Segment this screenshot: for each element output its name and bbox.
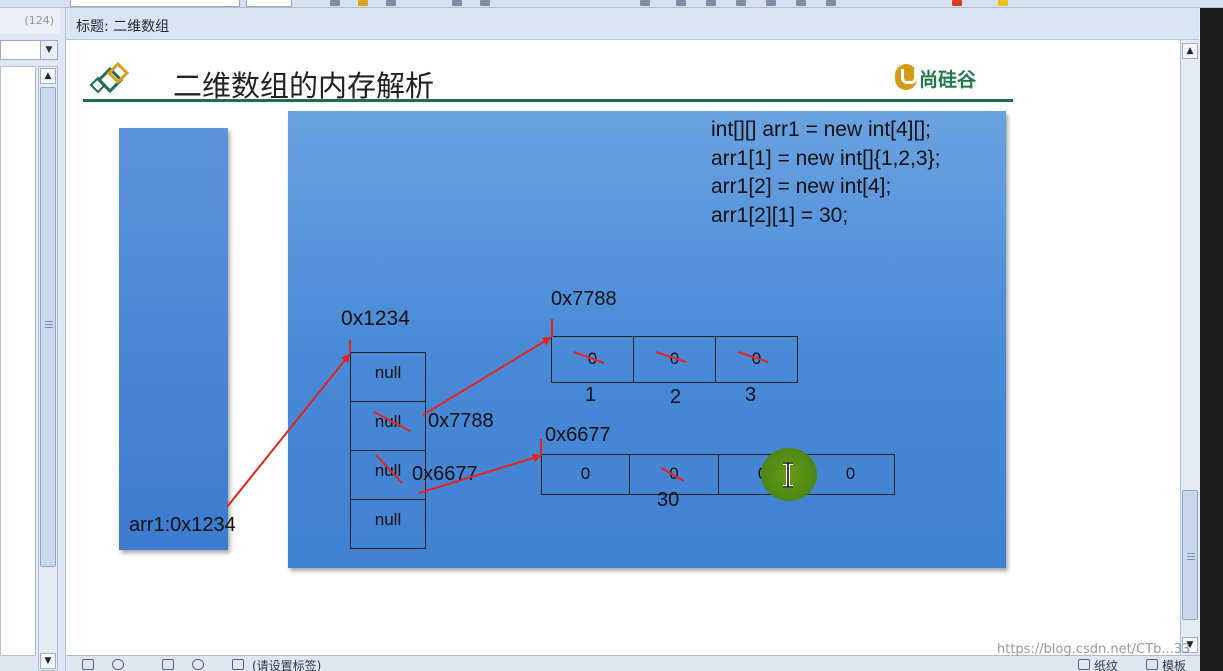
toolbar-icon[interactable]	[386, 0, 396, 6]
redo-icon[interactable]	[112, 659, 124, 670]
outer-array-cell: null	[350, 401, 426, 451]
toolbar-icon[interactable]	[736, 0, 746, 6]
new-value: 30	[657, 489, 680, 511]
toolbar-icon[interactable]	[452, 0, 462, 6]
code-line: arr1[2][1] = 30;	[711, 203, 849, 227]
toolbar-icon[interactable]	[766, 0, 776, 6]
left-pane: (124) ▼ ▲ ▼	[0, 8, 66, 671]
code-line: int[][] arr1 = new int[4][];	[711, 118, 932, 141]
cell-value: 0	[587, 349, 598, 368]
code-block: int[][] arr1 = new int[4][]; arr1[1] = n…	[711, 116, 940, 230]
left-dropdown[interactable]: ▼	[0, 40, 58, 60]
toolbar-icon[interactable]	[358, 0, 368, 6]
item-count: (124)	[0, 8, 60, 34]
cell-value: null	[374, 412, 402, 431]
cell-value: 0	[845, 464, 856, 483]
diamond-logo-icon	[89, 61, 130, 94]
new-value: 1	[585, 384, 597, 406]
scroll-down-icon[interactable]: ▼	[40, 653, 56, 669]
toolbar-icon[interactable]	[676, 0, 686, 6]
array-a-cell: 0	[551, 336, 634, 383]
toolbar-icon[interactable]	[330, 0, 340, 6]
array-b-cell: 0	[541, 454, 630, 495]
cell-value: null	[374, 510, 402, 529]
cell-value: null	[374, 363, 402, 382]
left-list[interactable]	[0, 66, 36, 656]
cell-value: 0	[669, 464, 679, 483]
paper-button[interactable]: 纸纹	[1094, 657, 1118, 671]
note-title-bar: 标题: 二维数组	[66, 8, 1199, 40]
left-scrollbar[interactable]: ▲ ▼	[38, 66, 58, 671]
template-button[interactable]: 模板	[1162, 657, 1186, 671]
tag-icon[interactable]	[232, 659, 244, 670]
watermark: https://blog.csdn.net/CTb...33	[997, 642, 1191, 657]
text-cursor-icon	[783, 462, 793, 488]
right-scrollbar[interactable]: ▲ ▼	[1180, 40, 1200, 655]
outer-array-cell: null	[350, 499, 426, 549]
toolbar-icon[interactable]	[952, 0, 962, 6]
cell-value: 0	[580, 464, 591, 483]
scroll-thumb[interactable]	[1182, 490, 1198, 620]
title-value[interactable]: 二维数组	[113, 19, 169, 35]
array-b-cell: 0	[806, 454, 895, 495]
window-edge	[1200, 8, 1223, 671]
cell-value: 0	[669, 349, 680, 368]
size-combo[interactable]	[246, 0, 292, 7]
status-bar: (请设置标签) 纸纹 模板	[66, 655, 1200, 671]
code-line: arr1[2] = new int[4];	[711, 175, 892, 198]
title-label: 标题:	[76, 19, 109, 35]
toolbar-icon[interactable]	[796, 0, 806, 6]
undo-icon[interactable]	[82, 659, 94, 670]
title-divider	[83, 99, 1013, 102]
ref-label-7788: 0x7788	[428, 410, 494, 432]
top-toolbar	[0, 0, 1223, 8]
toolbar-icon[interactable]	[480, 0, 490, 6]
new-value: 3	[745, 384, 757, 406]
font-combo[interactable]	[70, 0, 240, 7]
outer-array-cell: null	[350, 352, 426, 402]
code-line: arr1[1] = new int[]{1,2,3};	[711, 146, 941, 170]
scroll-thumb[interactable]	[40, 87, 56, 567]
toolbar-icon[interactable]	[640, 0, 650, 6]
chevron-down-icon[interactable]: ▼	[40, 41, 57, 59]
toolbar-icon[interactable]	[998, 0, 1008, 6]
array-a-cell: 0	[633, 336, 716, 383]
new-value: 2	[670, 386, 682, 408]
scroll-up-icon[interactable]: ▲	[1182, 43, 1198, 59]
brand-mark-icon	[895, 64, 917, 90]
cell-value: 0	[751, 349, 762, 368]
template-icon[interactable]	[1146, 659, 1158, 670]
link-icon[interactable]	[192, 659, 204, 670]
app-window: (124) ▼ ▲ ▼ 标题: 二维数组 二维数组的内存解析 尚硅谷 int[]…	[0, 0, 1223, 671]
toolbar-icon[interactable]	[826, 0, 836, 6]
stack-variable-label: arr1:0x1234	[129, 514, 236, 536]
stack-region	[119, 128, 228, 550]
array-a-address: 0x7788	[551, 288, 617, 310]
array-a-cell: 0	[715, 336, 798, 383]
box-icon[interactable]	[162, 659, 174, 670]
scroll-up-icon[interactable]: ▲	[40, 68, 56, 84]
tag-prompt[interactable]: (请设置标签)	[252, 657, 321, 671]
ref-label-6677: 0x6677	[412, 463, 478, 485]
brand-text: 尚硅谷	[919, 69, 977, 91]
outer-array-address: 0x1234	[341, 307, 410, 330]
toolbar-icon[interactable]	[706, 0, 716, 6]
paper-icon[interactable]	[1078, 659, 1090, 670]
array-b-address: 0x6677	[545, 424, 611, 446]
